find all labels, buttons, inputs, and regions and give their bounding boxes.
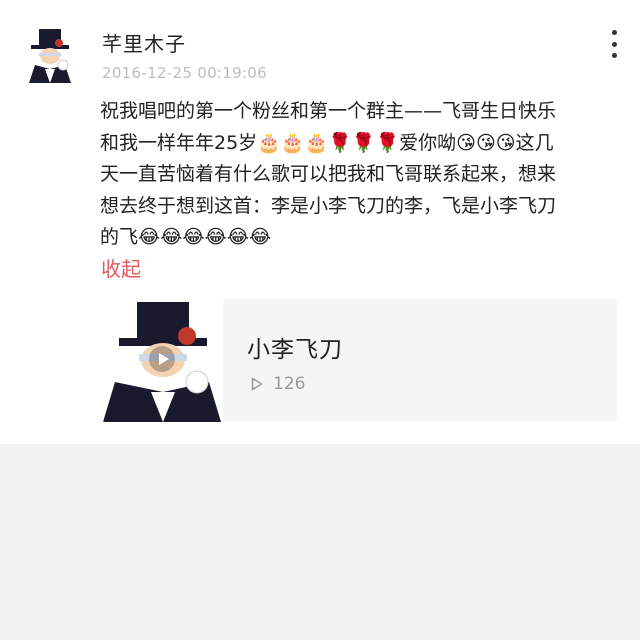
media-card[interactable]: 小李飞刀 126 (101, 298, 617, 422)
emoji-laugh-cry: 😂😂😂😂😂😂 (138, 226, 272, 248)
play-count-value: 126 (273, 374, 306, 394)
media-title: 小李飞刀 (247, 337, 343, 363)
play-icon[interactable] (149, 346, 175, 372)
more-options-button[interactable] (604, 30, 624, 58)
more-vertical-icon (611, 41, 617, 47)
username[interactable]: 芊里木子 (102, 28, 186, 57)
post-card: 芊里木子 2016-12-25 00:19:06 祝我唱吧的第一个粉丝和第一个群… (0, 0, 640, 444)
emoji-cake-roses: 🎂🎂🎂🌹🌹🌹 (257, 131, 400, 154)
post-timestamp: 2016-12-25 00:19:06 (102, 64, 268, 82)
avatar[interactable] (25, 27, 75, 83)
media-thumbnail (101, 298, 223, 422)
post-text: 祝我唱吧的第一个粉丝和第一个群主——飞哥生日快乐和我一样年年25岁🎂🎂🎂🌹🌹🌹爱… (100, 96, 570, 254)
more-vertical-icon (611, 30, 617, 35)
post-text-part: 爱你呦 (399, 131, 457, 154)
media-play-count: 126 (251, 374, 305, 394)
more-vertical-icon (611, 53, 617, 58)
avatar-image (25, 27, 75, 83)
play-count-icon (251, 377, 263, 391)
collapse-link[interactable]: 收起 (101, 253, 141, 282)
emoji-kiss: 😘😘😘 (456, 131, 516, 154)
